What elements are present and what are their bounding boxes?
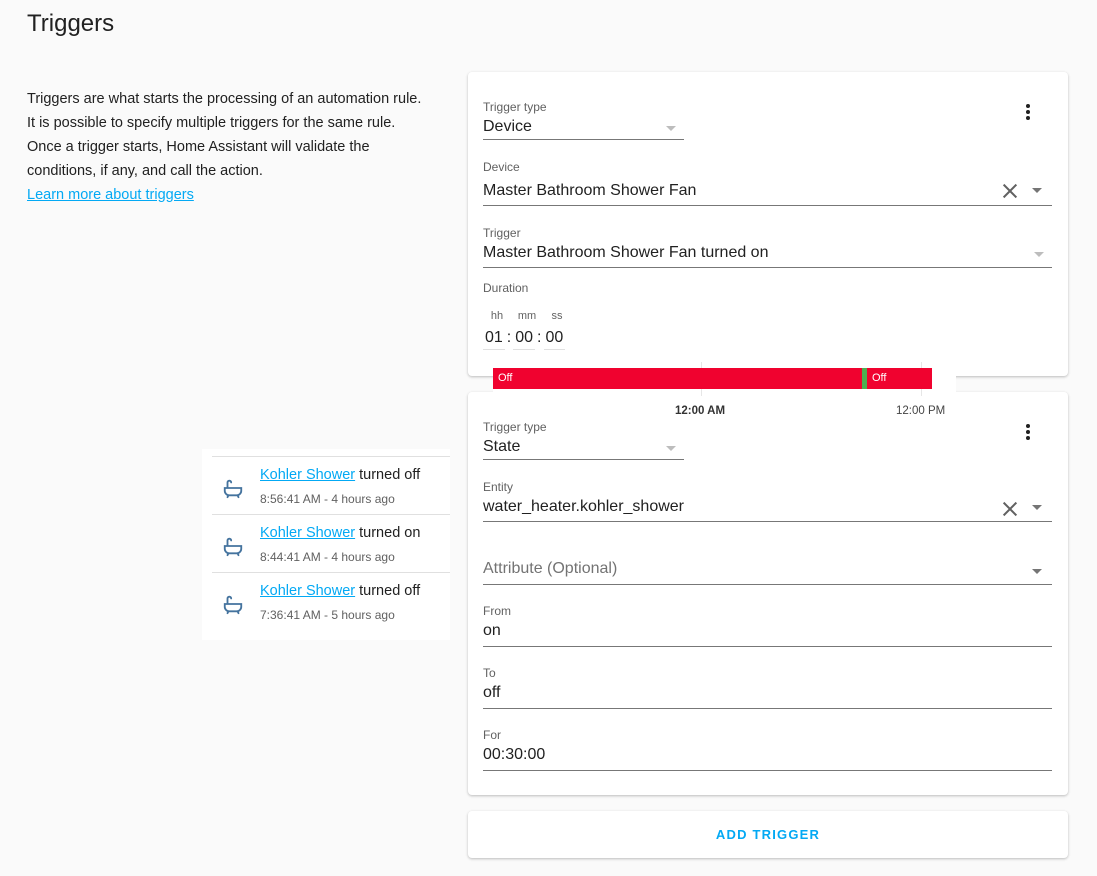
chevron-down-icon[interactable] xyxy=(1032,505,1042,510)
intro-text: Triggers are what starts the processing … xyxy=(27,91,422,179)
bathtub-icon xyxy=(223,537,243,557)
page-title: Triggers xyxy=(27,10,115,37)
for-label: For xyxy=(483,728,501,742)
learn-more-link[interactable]: Learn more about triggers xyxy=(27,183,194,207)
trigger-card-device: Trigger type Device Device Master Bathro… xyxy=(468,72,1068,376)
entity-link[interactable]: Kohler Shower xyxy=(260,467,355,483)
state-timeline-bar[interactable]: Off Off xyxy=(493,368,932,389)
timeline-tick-label: 12:00 PM xyxy=(896,405,946,417)
state-segment-off: Off xyxy=(872,372,887,384)
entity-value: water_heater.kohler_shower xyxy=(483,498,685,515)
device-select[interactable]: Device Master Bathroom Shower Fan xyxy=(483,160,1052,206)
chevron-down-icon xyxy=(1034,252,1044,257)
from-label: From xyxy=(483,604,511,618)
trigger-type-label: Trigger type xyxy=(483,100,547,114)
state-segment-off: Off xyxy=(498,372,513,384)
trigger-value: Master Bathroom Shower Fan turned on xyxy=(483,244,769,261)
trigger-menu-icon[interactable] xyxy=(1020,422,1036,442)
bathtub-icon xyxy=(223,479,243,499)
trigger-type-value: State xyxy=(483,438,521,455)
add-trigger-card: ADD TRIGGER xyxy=(468,811,1068,858)
trigger-type-select[interactable]: Trigger type Device xyxy=(483,100,684,140)
trigger-type-select[interactable]: Trigger type State xyxy=(483,420,684,460)
logbook-entry: Kohler Shower turned off 7:36:41 AM - 5 … xyxy=(212,572,450,630)
entity-link[interactable]: Kohler Shower xyxy=(260,583,355,599)
log-action: turned on xyxy=(355,525,421,541)
entity-label: Entity xyxy=(483,480,514,494)
chevron-down-icon[interactable] xyxy=(1032,569,1042,574)
chevron-down-icon[interactable] xyxy=(1032,188,1042,193)
trigger-card-state: Trigger type State Entity water_heater.k… xyxy=(468,392,1068,795)
to-label: To xyxy=(483,666,496,680)
log-action: turned off xyxy=(355,467,421,483)
duration-separator: : xyxy=(537,329,542,346)
trigger-label: Trigger xyxy=(483,226,521,240)
log-time: 7:36:41 AM - 5 hours ago xyxy=(260,608,395,622)
for-value: 00:30:00 xyxy=(483,746,546,763)
device-label: Device xyxy=(483,160,520,174)
entity-select[interactable]: Entity water_heater.kohler_shower xyxy=(483,480,1052,522)
hours-input[interactable]: 01 xyxy=(483,326,505,350)
trigger-select[interactable]: Trigger Master Bathroom Shower Fan turne… xyxy=(483,226,1052,268)
for-field[interactable]: For 00:30:00 xyxy=(483,728,1052,771)
minutes-input[interactable]: 00 xyxy=(513,326,536,350)
state-segment-on xyxy=(862,368,867,389)
device-value: Master Bathroom Shower Fan xyxy=(483,182,697,199)
timeline-tick-label: 12:00 AM xyxy=(675,405,726,417)
trigger-type-value: Device xyxy=(483,118,532,135)
from-field[interactable]: From on xyxy=(483,604,1052,647)
duration-separator: : xyxy=(506,329,512,346)
clear-device-icon[interactable] xyxy=(1002,183,1018,199)
logbook-entry: Kohler Shower turned on 8:44:41 AM - 4 h… xyxy=(212,514,450,572)
mm-label: mm xyxy=(517,310,537,322)
duration-label-wrap: Duration xyxy=(483,281,528,295)
duration-input: 01 : 00 : 00 xyxy=(483,326,566,350)
attribute-placeholder: Attribute (Optional) xyxy=(483,560,618,577)
trigger-menu-icon[interactable] xyxy=(1020,102,1036,122)
add-trigger-button[interactable]: ADD TRIGGER xyxy=(716,827,820,842)
history-timeline-popup: Off Off 12:00 AM 12:00 PM xyxy=(493,362,956,422)
to-value: off xyxy=(483,684,501,701)
attribute-select[interactable]: Attribute (Optional) xyxy=(483,558,1052,585)
to-field[interactable]: To off xyxy=(483,666,1052,709)
bathtub-icon xyxy=(223,595,243,615)
ss-label: ss xyxy=(551,310,563,322)
duration-unit-labels: hh mm ss xyxy=(483,310,571,322)
duration-label: Duration xyxy=(483,281,529,295)
log-time: 8:56:41 AM - 4 hours ago xyxy=(260,492,395,506)
intro-text-block: Triggers are what starts the processing … xyxy=(27,87,432,207)
clear-entity-icon[interactable] xyxy=(1002,501,1018,517)
chevron-down-icon xyxy=(666,446,676,451)
log-action: turned off xyxy=(355,583,421,599)
trigger-type-label: Trigger type xyxy=(483,420,547,434)
seconds-input[interactable]: 00 xyxy=(543,326,566,350)
chevron-down-icon xyxy=(666,126,676,131)
logbook-popup: Kohler Shower turned off 8:56:41 AM - 4 … xyxy=(202,449,450,640)
logbook-entry: Kohler Shower turned off 8:56:41 AM - 4 … xyxy=(212,456,450,514)
entity-link[interactable]: Kohler Shower xyxy=(260,525,355,541)
log-time: 8:44:41 AM - 4 hours ago xyxy=(260,550,395,564)
hh-label: hh xyxy=(490,310,504,322)
from-value: on xyxy=(483,622,501,639)
